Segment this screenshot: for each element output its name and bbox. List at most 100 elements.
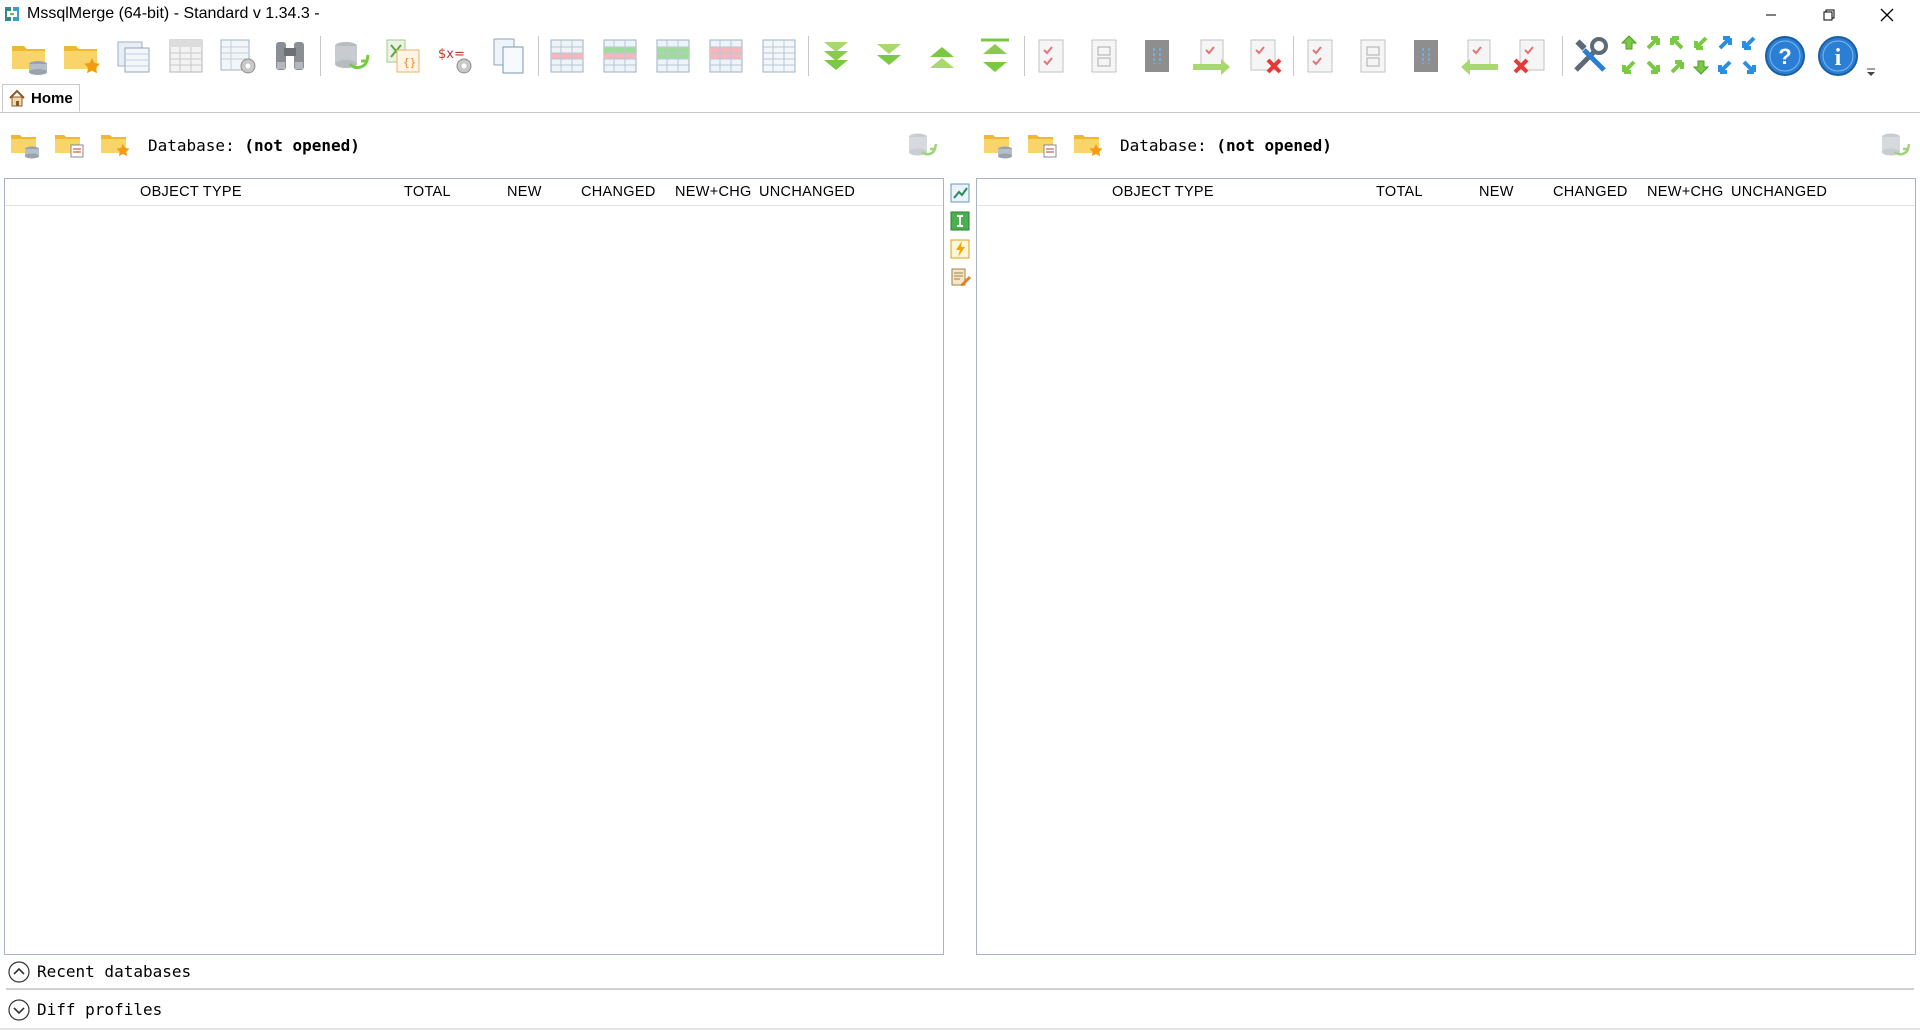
grid-plain-icon [762,39,796,73]
check-left-button[interactable] [1298,33,1344,79]
show-changed-button[interactable] [597,33,643,79]
right-object-grid[interactable]: OBJECT TYPE TOTAL NEW CHANGED NEW+CHG UN… [976,178,1916,955]
table-settings-button[interactable] [215,33,261,79]
right-open-favorite-button[interactable] [1071,126,1107,162]
column-header[interactable]: TOTAL [404,184,451,200]
left-open-database-button[interactable] [8,126,44,162]
toolbar-overflow-icon[interactable] [1864,66,1878,78]
delete-left-button[interactable] [1510,33,1556,79]
open-database-icon [11,135,39,159]
table-data-button[interactable] [163,33,209,79]
column-header[interactable]: NEW+CHG [675,184,752,200]
expand-all-button[interactable] [813,33,859,79]
left-database-caption: Database: [148,136,235,155]
link-right-button[interactable] [1135,33,1181,79]
close-icon [1880,8,1894,22]
tools-button[interactable] [1567,33,1613,79]
binoculars-icon [276,42,304,70]
expand-down-button[interactable] [866,33,912,79]
arrow-up-blue-icon [1742,36,1756,50]
check-right-button[interactable] [1029,33,1075,79]
right-open-database-button[interactable] [981,126,1017,162]
right-open-recent-button[interactable] [1025,126,1061,162]
left-open-recent-button[interactable] [52,126,88,162]
nav-arrow-up-2[interactable] [1644,34,1662,52]
restore-button[interactable] [1801,0,1857,30]
column-header[interactable]: UNCHANGED [759,184,855,200]
split-right-button[interactable] [1082,33,1128,79]
nav-arrow-up-6[interactable] [1740,34,1758,52]
about-button[interactable]: i [1815,33,1861,79]
recent-databases-toggle[interactable]: Recent databases [4,957,1914,987]
app-logo-icon [5,7,19,21]
split-left-button[interactable] [1351,33,1397,79]
info-icon: i [1818,36,1858,76]
info-green-icon[interactable] [949,210,971,232]
nav-arrow-down-2[interactable] [1644,58,1662,76]
tab-home[interactable]: Home [2,84,80,112]
copy-document-button[interactable] [486,33,532,79]
nav-arrow-down-1[interactable] [1620,58,1638,76]
column-header[interactable]: OBJECT TYPE [1112,184,1214,200]
toolbar-separator [1293,36,1294,76]
chevron-up-icon [8,961,30,983]
nav-arrow-down-6[interactable] [1740,58,1758,76]
sql-settings-button[interactable]: $x= [433,33,479,79]
arrow-down-green-icon [1692,60,1710,75]
nav-arrow-up-4[interactable] [1692,34,1710,52]
nav-arrow-up-3[interactable] [1668,34,1686,52]
nav-arrow-down-3[interactable] [1668,58,1686,76]
compare-icon[interactable] [949,182,971,204]
nav-arrow-down-5[interactable] [1716,58,1734,76]
show-deleted-button[interactable] [703,33,749,79]
nav-arrow-up-5[interactable] [1716,34,1734,52]
script-edit-icon[interactable] [949,266,971,288]
collapse-up-icon [930,47,954,68]
right-refresh-icon[interactable] [1877,128,1911,162]
column-header[interactable]: NEW [507,184,542,200]
show-new-button[interactable] [650,33,696,79]
help-button[interactable]: ? [1762,33,1808,79]
column-header[interactable]: TOTAL [1376,184,1423,200]
left-refresh-icon[interactable] [904,128,938,162]
copy-document-icon [493,38,524,74]
divider [6,988,1914,990]
merge-right-button[interactable] [1188,33,1234,79]
column-header[interactable]: CHANGED [581,184,656,200]
svg-text:{}: {} [403,56,416,69]
open-database-button[interactable] [7,33,53,79]
nav-arrow-down-4[interactable] [1692,58,1710,76]
column-header[interactable]: NEW [1479,184,1514,200]
restore-icon [1823,9,1835,21]
column-header[interactable]: CHANGED [1553,184,1628,200]
export-excel-button[interactable]: {} [380,33,426,79]
minimize-button[interactable] [1743,0,1799,30]
expand-down-icon [877,44,901,65]
split-doc-2-icon [1360,39,1386,73]
tab-home-label: Home [31,90,73,107]
column-header[interactable]: NEW+CHG [1647,184,1724,200]
collapse-up-button[interactable] [919,33,965,79]
link-left-button[interactable] [1404,33,1450,79]
show-unchanged-button[interactable] [756,33,802,79]
main-toolbar: {} $x= ? i [0,30,1920,82]
collapse-all-button[interactable] [972,33,1018,79]
delete-right-button[interactable] [1241,33,1287,79]
close-button[interactable] [1859,0,1915,30]
left-grid-header: OBJECT TYPE TOTAL NEW CHANGED NEW+CHG UN… [5,179,943,206]
column-header[interactable]: UNCHANGED [1731,184,1827,200]
left-object-grid[interactable]: OBJECT TYPE TOTAL NEW CHANGED NEW+CHG UN… [4,178,944,955]
show-all-button[interactable] [544,33,590,79]
find-button[interactable] [267,33,313,79]
nav-arrow-up-1[interactable] [1620,34,1638,52]
link-doc-2-icon [1414,40,1438,72]
left-open-favorite-button[interactable] [98,126,134,162]
diff-profiles-toggle[interactable]: Diff profiles [4,995,1914,1025]
open-recent-icon [55,135,84,158]
open-favorite-button[interactable] [59,33,105,79]
lightning-icon[interactable] [949,238,971,260]
windows-button[interactable] [111,33,157,79]
refresh-compare-button[interactable] [327,33,373,79]
column-header[interactable]: OBJECT TYPE [140,184,242,200]
merge-left-button[interactable] [1457,33,1503,79]
